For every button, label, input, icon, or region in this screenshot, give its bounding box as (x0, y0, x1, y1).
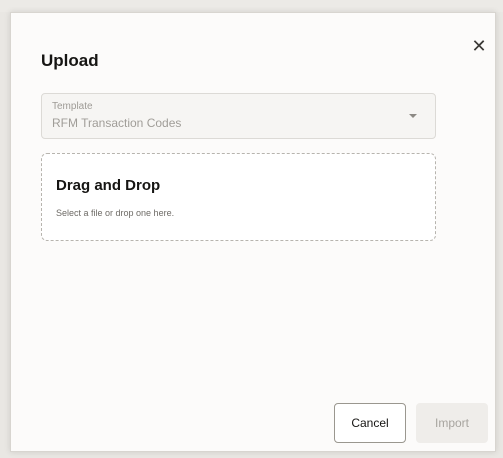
cancel-button[interactable]: Cancel (334, 403, 406, 443)
dialog-title: Upload (41, 51, 99, 70)
import-button[interactable]: Import (416, 403, 488, 443)
close-icon[interactable]: ✕ (469, 36, 489, 56)
upload-dialog: ✕ Upload Template RFM Transaction Codes … (10, 12, 496, 452)
template-label: Template (52, 101, 93, 112)
template-value: RFM Transaction Codes (52, 116, 182, 130)
template-select[interactable]: Template RFM Transaction Codes (41, 93, 436, 139)
dropzone-subtitle: Select a file or drop one here. (56, 208, 175, 218)
backdrop (0, 0, 503, 12)
dropzone-title: Drag and Drop (56, 177, 161, 194)
file-dropzone[interactable]: Drag and Drop Select a file or drop one … (41, 153, 436, 241)
chevron-down-icon (409, 114, 417, 118)
